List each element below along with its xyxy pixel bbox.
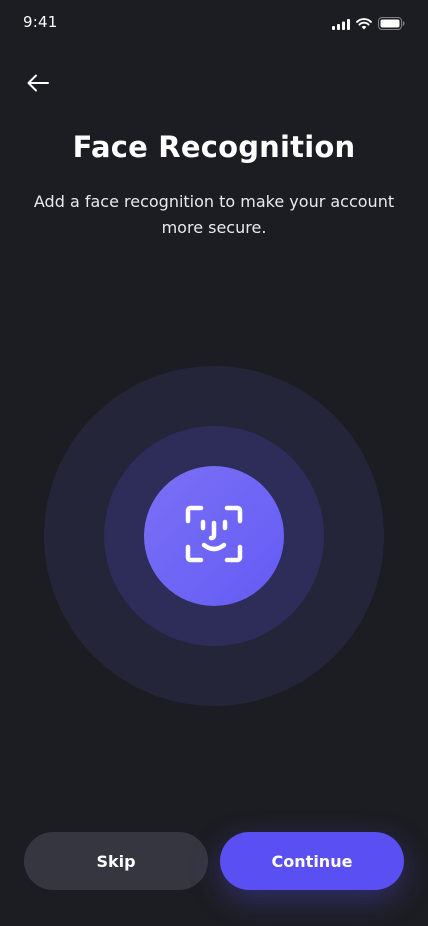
status-time: 9:41 <box>23 13 58 31</box>
status-bar: 9:41 <box>0 0 428 44</box>
face-id-icon <box>185 505 243 567</box>
cellular-signal-icon <box>332 15 350 34</box>
back-arrow-icon <box>27 74 49 96</box>
battery-icon <box>378 15 405 34</box>
back-button[interactable] <box>22 70 54 100</box>
continue-button[interactable]: Continue <box>220 832 404 890</box>
status-icons <box>332 15 405 34</box>
page-title: Face Recognition <box>72 130 356 164</box>
skip-button[interactable]: Skip <box>24 832 208 890</box>
page-subtitle: Add a face recognition to make your acco… <box>33 192 395 237</box>
face-scan-button[interactable] <box>144 466 284 606</box>
wifi-icon <box>356 15 372 34</box>
